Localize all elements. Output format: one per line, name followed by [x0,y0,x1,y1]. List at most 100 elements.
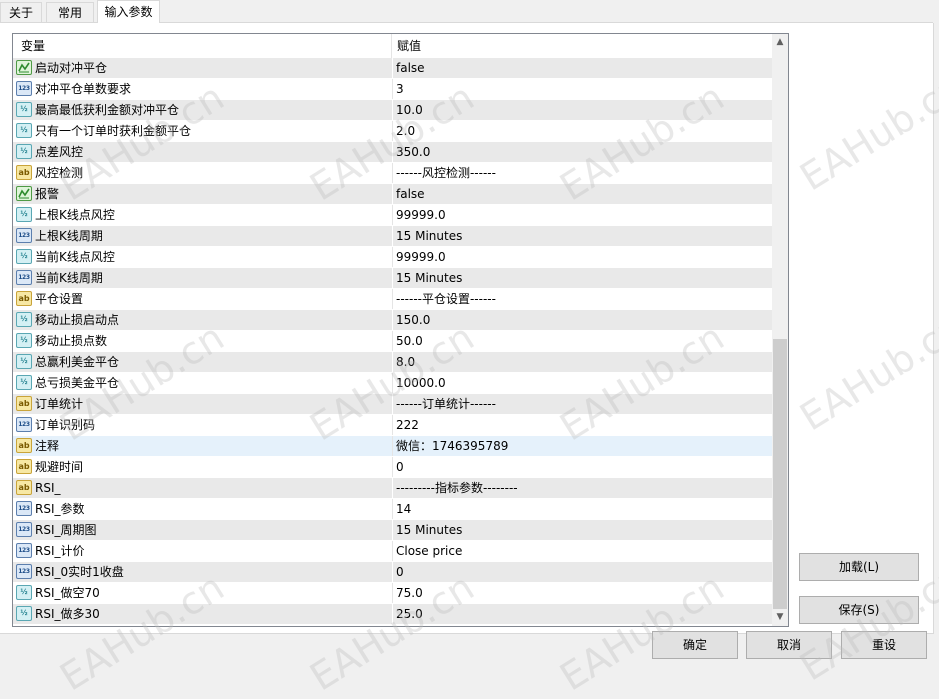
parameter-value[interactable]: 0 [396,457,766,477]
boolean-type-icon [16,186,32,201]
column-divider [392,58,393,78]
tab-bar: 关于 常用 输入参数 [0,0,939,23]
parameter-row[interactable]: ½ 点差风控 350.0 [13,142,772,163]
parameter-value[interactable]: 10000.0 [396,373,766,393]
integer-type-icon: 123 [16,501,32,516]
double-type-icon: ½ [16,144,32,159]
parameter-value[interactable]: false [396,184,766,204]
parameter-row[interactable]: 123 RSI_0实时1收盘 0 [13,562,772,583]
reset-button[interactable]: 重设 [841,631,927,659]
parameter-row[interactable]: 123 订单识别码 222 [13,415,772,436]
parameter-name: 上根K线点风控 [35,208,115,222]
parameter-name: 对冲平仓单数要求 [35,82,132,96]
parameter-value[interactable]: 0 [396,562,766,582]
parameter-row[interactable]: 启动对冲平仓 false [13,58,772,79]
parameter-value[interactable]: 25.0 [396,604,766,624]
boolean-type-icon [16,60,32,75]
save-button[interactable]: 保存(S) [799,596,919,624]
parameter-value[interactable]: 99999.0 [396,247,766,267]
parameter-row[interactable]: ab 订单统计 ------订单统计------ [13,394,772,415]
string-type-icon: ab [16,480,32,495]
parameter-value[interactable]: 14 [396,499,766,519]
column-divider [392,79,393,99]
parameter-row[interactable]: ab 规避时间 0 [13,457,772,478]
string-type-icon: ab [16,396,32,411]
ok-button[interactable]: 确定 [652,631,738,659]
parameter-value[interactable]: 微信：1746395789 [396,436,766,456]
parameter-name: RSI_0实时1收盘 [35,565,124,579]
parameter-value[interactable]: ---------指标参数-------- [396,478,766,498]
parameter-row[interactable]: ab 平仓设置 ------平仓设置------ [13,289,772,310]
parameter-row[interactable]: ½ 移动止损点数 50.0 [13,331,772,352]
parameter-value[interactable]: 75.0 [396,583,766,603]
parameter-name: 风控检测 [35,166,84,180]
parameter-row[interactable]: 123 RSI_周期图 15 Minutes [13,520,772,541]
parameter-value[interactable]: 50.0 [396,331,766,351]
vertical-scrollbar[interactable]: ▲ ▼ [772,34,788,626]
parameter-row[interactable]: ½ 当前K线点风控 99999.0 [13,247,772,268]
parameter-value[interactable]: false [396,58,766,78]
parameter-name: 移动止损启动点 [35,313,120,327]
parameter-row[interactable]: 123 RSI_参数 14 [13,499,772,520]
parameter-row[interactable]: ½ 总赢利美金平仓 8.0 [13,352,772,373]
column-divider [392,163,393,183]
parameters-grid: 变量 赋值 启动对冲平仓 false 123 对冲平仓单数要求 3 ½ 最高最低获利金额对冲… [12,33,789,627]
column-divider [392,457,393,477]
parameter-row[interactable]: ½ RSI_做多30 25.0 [13,604,772,625]
parameter-value[interactable]: 10.0 [396,100,766,120]
parameter-value[interactable]: ------订单统计------ [396,394,766,414]
scrollbar-thumb[interactable] [773,339,787,609]
parameter-value[interactable]: 150.0 [396,310,766,330]
parameter-name: 启动对冲平仓 [35,61,108,75]
parameter-value[interactable]: Close price [396,541,766,561]
tab-common[interactable]: 常用 [46,2,94,22]
column-divider [392,268,393,288]
scroll-up-arrow-icon[interactable]: ▲ [772,34,788,51]
column-header-variable[interactable]: 变量 [13,34,392,58]
parameter-value[interactable]: ------平仓设置------ [396,289,766,309]
parameter-name: 注释 [35,439,60,453]
parameter-row[interactable]: ab 注释 微信：1746395789 [13,436,772,457]
tab-inputs[interactable]: 输入参数 [97,0,160,23]
parameter-row[interactable]: ab 风控检测 ------风控检测------ [13,163,772,184]
column-divider [392,520,393,540]
parameter-value[interactable]: 15 Minutes [396,226,766,246]
scroll-down-arrow-icon[interactable]: ▼ [772,609,788,626]
parameter-row[interactable]: 123 当前K线周期 15 Minutes [13,268,772,289]
parameter-value[interactable]: ------风控检测------ [396,163,766,183]
parameter-row[interactable]: 123 RSI_计价 Close price [13,541,772,562]
load-button[interactable]: 加载(L) [799,553,919,581]
double-type-icon: ½ [16,123,32,138]
parameter-row[interactable]: ½ 上根K线点风控 99999.0 [13,205,772,226]
parameter-value[interactable]: 350.0 [396,142,766,162]
column-divider [392,562,393,582]
parameter-row[interactable]: 123 上根K线周期 15 Minutes [13,226,772,247]
column-divider [392,541,393,561]
double-type-icon: ½ [16,354,32,369]
cancel-button[interactable]: 取消 [746,631,832,659]
column-divider [392,310,393,330]
parameter-value[interactable]: 3 [396,79,766,99]
parameter-value[interactable]: 15 Minutes [396,520,766,540]
column-divider [392,142,393,162]
string-type-icon: ab [16,165,32,180]
parameter-row[interactable]: 报警 false [13,184,772,205]
parameter-row[interactable]: ½ 移动止损启动点 150.0 [13,310,772,331]
parameter-row[interactable]: ½ RSI_做空70 75.0 [13,583,772,604]
grid-rows: 启动对冲平仓 false 123 对冲平仓单数要求 3 ½ 最高最低获利金额对冲平仓 10.0… [13,58,772,625]
parameter-row[interactable]: ½ 总亏损美金平仓 10000.0 [13,373,772,394]
parameter-row[interactable]: ½ 只有一个订单时获利金额平仓 2.0 [13,121,772,142]
parameter-value[interactable]: 8.0 [396,352,766,372]
parameter-value[interactable]: 2.0 [396,121,766,141]
parameter-value[interactable]: 222 [396,415,766,435]
parameter-name: RSI_参数 [35,502,85,516]
parameter-name: 平仓设置 [35,292,84,306]
column-header-value[interactable]: 赋值 [392,34,772,58]
parameter-value[interactable]: 99999.0 [396,205,766,225]
parameter-value[interactable]: 15 Minutes [396,268,766,288]
double-type-icon: ½ [16,606,32,621]
tab-about[interactable]: 关于 [0,2,42,22]
parameter-row[interactable]: ab RSI_ ---------指标参数-------- [13,478,772,499]
parameter-row[interactable]: ½ 最高最低获利金额对冲平仓 10.0 [13,100,772,121]
parameter-row[interactable]: 123 对冲平仓单数要求 3 [13,79,772,100]
